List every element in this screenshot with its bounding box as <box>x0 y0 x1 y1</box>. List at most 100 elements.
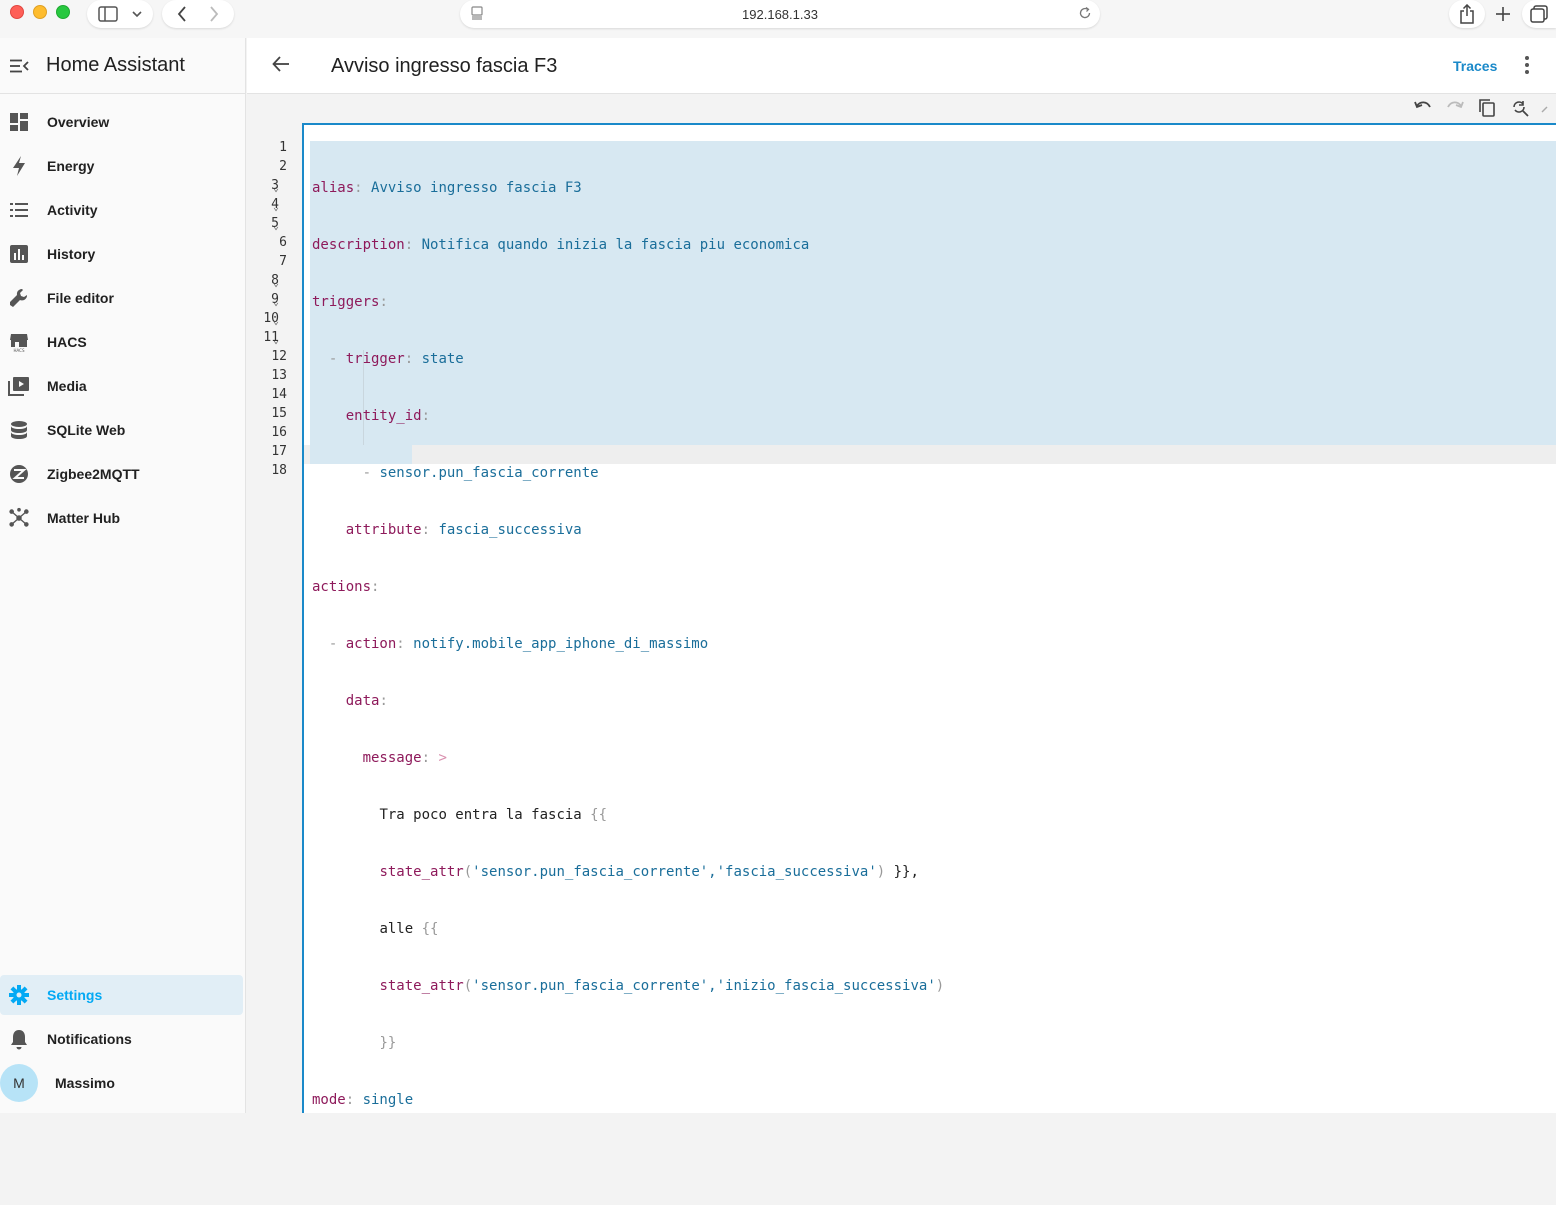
address-bar[interactable]: 192.168.1.33 <box>460 0 1100 28</box>
expand-icon <box>1541 99 1555 113</box>
code-line: alias: Avviso ingresso fascia F3 <box>312 180 582 196</box>
menu-toggle-button[interactable] <box>1 38 37 94</box>
page-title: Avviso ingresso fascia F3 <box>331 55 558 77</box>
back-chevron-icon[interactable] <box>177 6 187 22</box>
hub-icon <box>8 507 30 529</box>
tabs-icon <box>1530 5 1548 23</box>
line-number: 16 <box>271 425 287 440</box>
line-number: 1 <box>279 140 287 155</box>
redo-button[interactable] <box>1446 99 1466 119</box>
sidebar-item-zigbee2mqtt[interactable]: Zigbee2MQTT <box>0 454 243 494</box>
line-number: 13 <box>271 368 287 383</box>
code-content: alias: Avviso ingresso fascia F3 descrip… <box>312 141 944 1205</box>
find-replace-button[interactable] <box>1511 99 1531 119</box>
code-line: - trigger: state <box>312 351 464 367</box>
sidebar-item-label: Media <box>47 378 87 394</box>
sidebar-item-label: Zigbee2MQTT <box>47 466 140 482</box>
sidebar-item-hacs[interactable]: HACS HACS <box>0 322 243 362</box>
fold-chevron-icon[interactable]: ⌄ <box>273 312 283 331</box>
line-number: 14 <box>271 387 287 402</box>
more-vertical-icon <box>1524 55 1530 75</box>
share-icon <box>1459 4 1475 24</box>
code-line: actions: <box>312 579 380 595</box>
code-line: message: > <box>362 750 447 766</box>
sidebar-title: Home Assistant <box>46 54 185 76</box>
sidebar-item-overview[interactable]: Overview <box>0 102 243 142</box>
close-window-button[interactable] <box>10 5 24 19</box>
sidebar-item-energy[interactable]: Energy <box>0 146 243 186</box>
url-text: 192.168.1.33 <box>742 6 818 22</box>
overflow-menu-button[interactable] <box>1524 55 1538 79</box>
sidebar-toggle-pill[interactable] <box>87 0 153 28</box>
sidebar-item-label: Settings <box>47 987 103 1003</box>
avatar: M <box>0 1064 38 1102</box>
line-number: 15 <box>271 406 287 421</box>
fold-chevron-icon[interactable]: ⌄ <box>273 217 283 236</box>
line-number: 2 <box>279 159 287 174</box>
sidebar-item-activity[interactable]: Activity <box>0 190 243 230</box>
code-line: entity_id: <box>345 408 431 424</box>
fold-chevron-icon[interactable]: ⌄ <box>273 274 283 293</box>
code-line: data: <box>345 693 388 709</box>
svg-text:HACS: HACS <box>13 348 24 353</box>
maximize-window-button[interactable] <box>56 5 70 19</box>
back-button[interactable] <box>271 54 295 78</box>
chevron-down-icon <box>132 10 142 18</box>
sidebar-item-notifications[interactable]: Notifications <box>0 1019 243 1059</box>
share-button[interactable] <box>1449 0 1485 28</box>
sidebar-item-history[interactable]: History <box>0 234 243 274</box>
sidebar-item-file-editor[interactable]: File editor <box>0 278 243 318</box>
editor-toolbar <box>247 95 1556 123</box>
dashboard-icon <box>8 111 30 133</box>
sidebar-item-label: SQLite Web <box>47 422 126 438</box>
sidebar-item-label: Activity <box>47 202 98 218</box>
tab-overview-button[interactable] <box>1522 0 1556 28</box>
media-icon <box>8 375 30 397</box>
zigbee-icon <box>8 463 30 485</box>
user-name: Massimo <box>55 1075 115 1091</box>
code-line: state_attr('sensor.pun_fascia_corrente',… <box>379 864 919 880</box>
code-line: attribute: fascia_successiva <box>345 522 582 538</box>
sidebar-item-label: Energy <box>47 158 95 174</box>
sidebar-item-media[interactable]: Media <box>0 366 243 406</box>
reload-icon[interactable] <box>1078 6 1092 20</box>
find-replace-icon <box>1511 99 1529 117</box>
sidebar-item-label: Overview <box>47 114 110 130</box>
list-icon <box>8 199 30 221</box>
hacs-icon: HACS <box>8 331 30 353</box>
fold-chevron-icon[interactable]: ⌄ <box>273 293 283 312</box>
code-line: alle {{ <box>379 921 439 937</box>
undo-icon <box>1414 99 1432 113</box>
sidebar-item-label: File editor <box>47 290 114 306</box>
chart-icon <box>8 243 30 265</box>
sidebar: Home Assistant Overview Energy Activity … <box>0 38 246 1113</box>
line-number: 7 <box>279 254 287 269</box>
line-number: 18 <box>271 463 287 478</box>
copy-icon <box>1479 99 1495 117</box>
traces-button[interactable]: Traces <box>1453 58 1497 74</box>
new-tab-button[interactable] <box>1490 2 1516 26</box>
page-icon <box>470 6 484 20</box>
yaml-code-editor[interactable]: alias: Avviso ingresso fascia F3 descrip… <box>302 123 1556 1113</box>
fullscreen-button[interactable] <box>1541 99 1556 119</box>
forward-chevron-icon[interactable] <box>209 6 219 22</box>
nav-pill <box>162 0 234 28</box>
sidebar-item-matter-hub[interactable]: Matter Hub <box>0 498 243 538</box>
minimize-window-button[interactable] <box>33 5 47 19</box>
sidebar-item-sqlite-web[interactable]: SQLite Web <box>0 410 243 450</box>
fold-chevron-icon[interactable]: ⌄ <box>273 331 283 350</box>
copy-button[interactable] <box>1479 99 1499 119</box>
code-line: mode: single <box>312 1092 414 1108</box>
sidebar-item-label: Matter Hub <box>47 510 121 526</box>
fold-chevron-icon[interactable]: ⌄ <box>273 198 283 217</box>
sidebar-item-settings[interactable]: Settings <box>0 975 243 1015</box>
code-line: state_attr('sensor.pun_fascia_corrente',… <box>379 978 945 994</box>
fold-chevron-icon[interactable]: ⌄ <box>273 179 283 198</box>
code-line: Tra poco entra la fascia {{ <box>379 807 608 823</box>
undo-button[interactable] <box>1414 99 1434 119</box>
sidebar-item-label: History <box>47 246 96 262</box>
sidebar-item-user[interactable]: M Massimo <box>0 1063 243 1103</box>
plus-icon <box>1495 6 1511 22</box>
wrench-icon <box>8 287 30 309</box>
